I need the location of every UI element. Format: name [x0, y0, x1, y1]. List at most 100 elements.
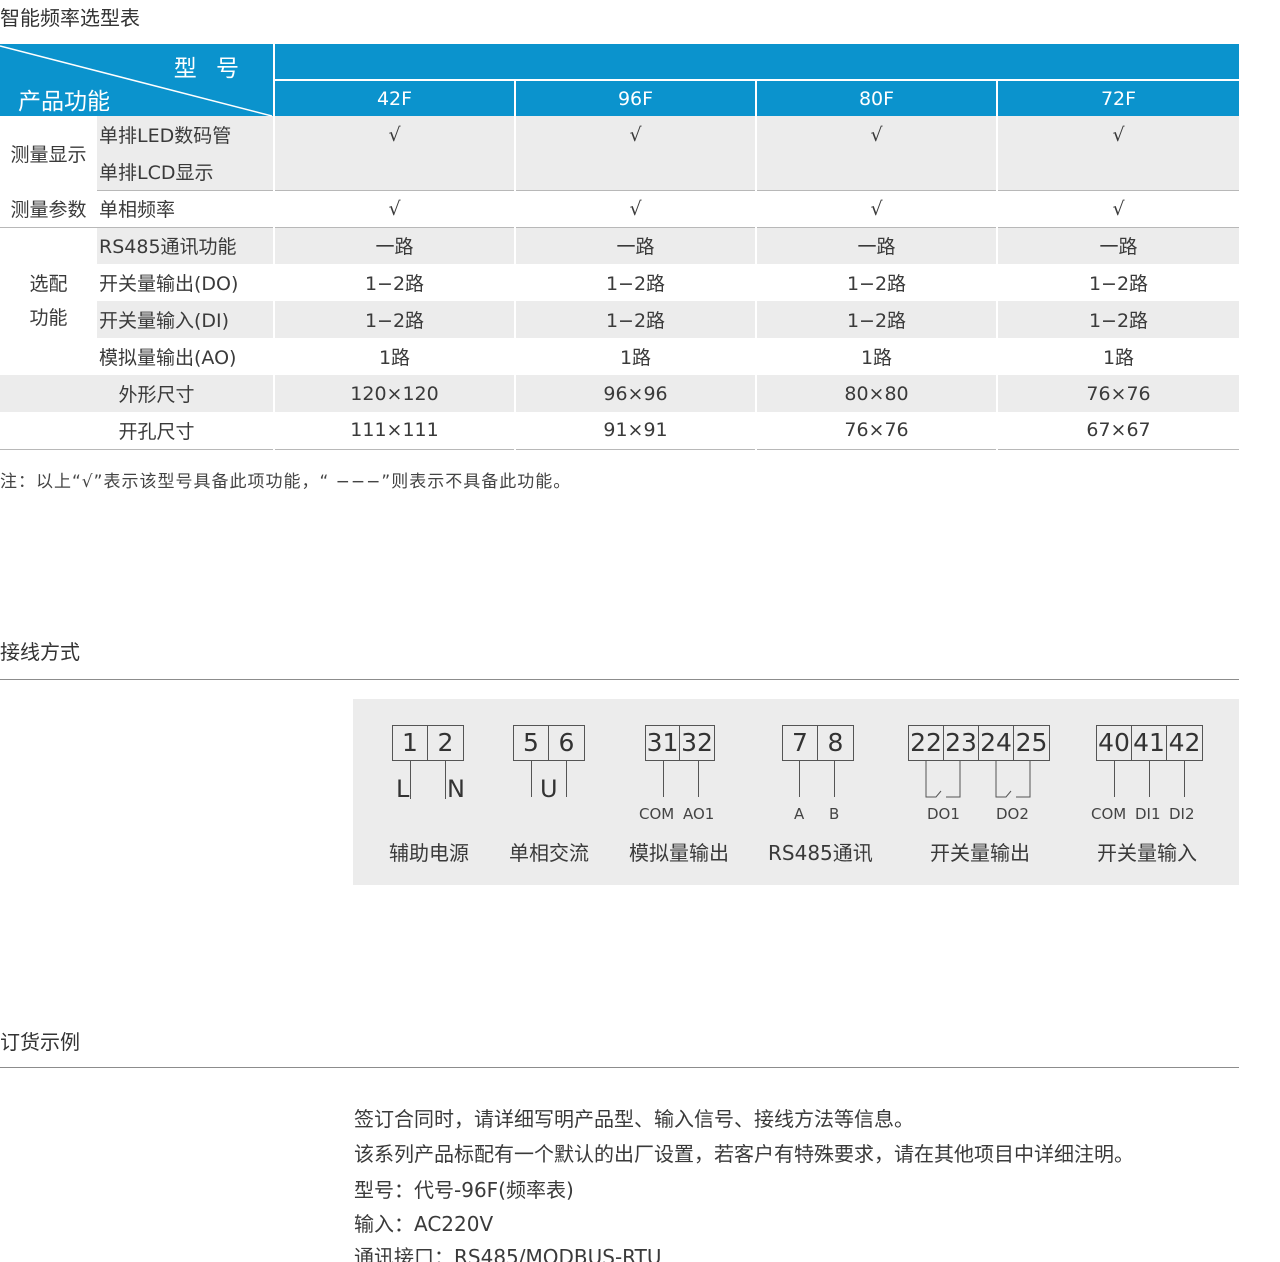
table-row: 单排LCD显示: [0, 153, 1239, 191]
pin-label-ao1: AO1: [683, 805, 715, 823]
table-row: 开关量输出(DO) 1−2路 1−2路 1−2路 1−2路: [0, 264, 1239, 301]
terminal-box: 23: [944, 726, 979, 760]
terminal-box: 32: [681, 728, 713, 757]
order-text-line: 输入：AC220V: [354, 1212, 494, 1236]
value-cell: 一路: [514, 227, 756, 264]
corner-model-label: 型 号: [173, 56, 245, 82]
value-cell: 91×91: [514, 412, 756, 450]
pin-label-l: L: [396, 775, 410, 803]
terminal-box: 31: [646, 726, 680, 760]
category-cell: 测量参数: [0, 190, 97, 228]
terminal-box: 7: [783, 726, 818, 760]
order-section-title: 订货示例: [0, 1030, 80, 1054]
wiring-section-divider: [0, 679, 1239, 680]
category-cell: 测量显示: [0, 116, 97, 190]
order-section-divider: [0, 1067, 1239, 1068]
feature-cell: 单排LED数码管: [97, 116, 274, 153]
feature-cell: 开关量输出(DO): [97, 264, 274, 301]
category-label-line2: 功能: [29, 307, 68, 330]
value-cell: 96×96: [514, 375, 756, 412]
wire-line: [531, 761, 532, 797]
terminal-box: 40: [1097, 726, 1132, 760]
terminal-box: 24: [979, 726, 1014, 760]
category-cell: 选配 功能: [0, 227, 97, 375]
relay-contact-symbol: [925, 761, 1031, 798]
pin-label-do1: DO1: [927, 805, 960, 823]
value-cell: 80×80: [755, 375, 997, 412]
feature-cell: RS485通讯功能: [97, 227, 274, 264]
value-cell: [273, 153, 515, 191]
value-cell: 76×76: [755, 412, 997, 450]
wiring-section-title: 接线方式: [0, 640, 80, 664]
value-cell: 一路: [996, 227, 1239, 264]
terminal-box: 22: [909, 726, 944, 760]
table-row: 开孔尺寸 111×111 91×91 76×76 67×67: [0, 412, 1239, 450]
terminal-block: 7 8: [782, 725, 854, 761]
pin-label-n: N: [447, 775, 465, 803]
terminal-block: 22 23 24 25: [908, 725, 1050, 761]
value-cell: 1−2路: [996, 301, 1239, 338]
value-cell: √: [996, 116, 1239, 153]
group-label-digital-output: 开关量输出: [930, 841, 1030, 865]
terminal-block: 1 2: [392, 725, 464, 761]
group-label-ac: 单相交流: [509, 841, 589, 865]
wire-line: [834, 761, 835, 797]
value-cell: 1−2路: [514, 301, 756, 338]
terminal-block: 40 41 42: [1096, 725, 1203, 761]
feature-cell: 开关量输入(DI): [97, 301, 274, 338]
spec-table: 型 号 产品功能 42F 96F 80F 72F 测量显示 单排LED数码管 √…: [0, 44, 1239, 450]
value-cell: 120×120: [273, 375, 515, 412]
table-corner-header: 型 号 产品功能: [0, 44, 275, 117]
order-text-line: 型号：代号-96F(频率表): [354, 1178, 574, 1202]
category-label-line1: 选配: [29, 273, 68, 296]
table-footnote: 注：以上“√”表示该型号具备此项功能，“ −−−”则表示不具备此功能。: [0, 472, 572, 492]
value-cell: 1−2路: [273, 301, 515, 338]
value-cell: [514, 153, 756, 191]
value-cell: 1路: [996, 338, 1239, 375]
wire-line: [799, 761, 800, 797]
value-cell: 1−2路: [273, 264, 515, 301]
pin-label-do2: DO2: [996, 805, 1029, 823]
order-text-line: 该系列产品标配有一个默认的出厂设置，若客户有特殊要求，请在其他项目中详细注明。: [354, 1142, 1134, 1166]
value-cell: 1路: [514, 338, 756, 375]
header-blue-bar: [274, 44, 1239, 80]
feature-cell: 单相频率: [97, 190, 274, 228]
pin-label-com: COM: [1091, 805, 1127, 823]
wire-line: [410, 761, 411, 799]
wire-line: [1149, 761, 1150, 797]
value-cell: √: [755, 190, 997, 228]
group-label-rs485: RS485通讯: [768, 841, 873, 865]
value-cell: [996, 153, 1239, 191]
terminal-box: 6: [558, 728, 575, 757]
value-cell: √: [514, 190, 756, 228]
table-row: 外形尺寸 120×120 96×96 80×80 76×76: [0, 375, 1239, 412]
terminal-box: 8: [827, 728, 844, 757]
value-cell: 111×111: [273, 412, 515, 450]
pin-label-b: B: [829, 805, 840, 823]
table-row: 模拟量输出(AO) 1路 1路 1路 1路: [0, 338, 1239, 375]
wire-line: [663, 761, 664, 797]
value-cell: 1−2路: [996, 264, 1239, 301]
value-cell: 一路: [273, 227, 515, 264]
value-cell: 1−2路: [755, 301, 997, 338]
terminal-box: 1: [393, 726, 428, 760]
feature-cell: 单排LCD显示: [97, 153, 274, 191]
value-cell: √: [273, 190, 515, 228]
terminal-box: 41: [1132, 726, 1167, 760]
value-cell: 一路: [755, 227, 997, 264]
value-cell: 1路: [755, 338, 997, 375]
wire-line: [566, 761, 567, 797]
feature-cell: 模拟量输出(AO): [97, 338, 274, 375]
table-row: 选配 功能 RS485通讯功能 一路 一路 一路 一路: [0, 227, 1239, 375]
wire-line: [698, 761, 699, 797]
corner-function-label: 产品功能: [18, 89, 110, 115]
terminal-box: 25: [1015, 728, 1048, 757]
group-label-power: 辅助电源: [389, 841, 469, 865]
wire-line: [1184, 761, 1185, 797]
pin-label-com: COM: [639, 805, 675, 823]
group-label-digital-input: 开关量输入: [1097, 841, 1197, 865]
wiring-diagram-panel: 1 2 L N 辅助电源 5 6 U 单相交流 31 32 COM AO1 模拟…: [353, 699, 1239, 885]
order-text-line: 签订合同时，请详细写明产品型、输入信号、接线方法等信息。: [354, 1107, 914, 1131]
value-cell: 1路: [273, 338, 515, 375]
dimension-label: 外形尺寸: [0, 375, 274, 412]
